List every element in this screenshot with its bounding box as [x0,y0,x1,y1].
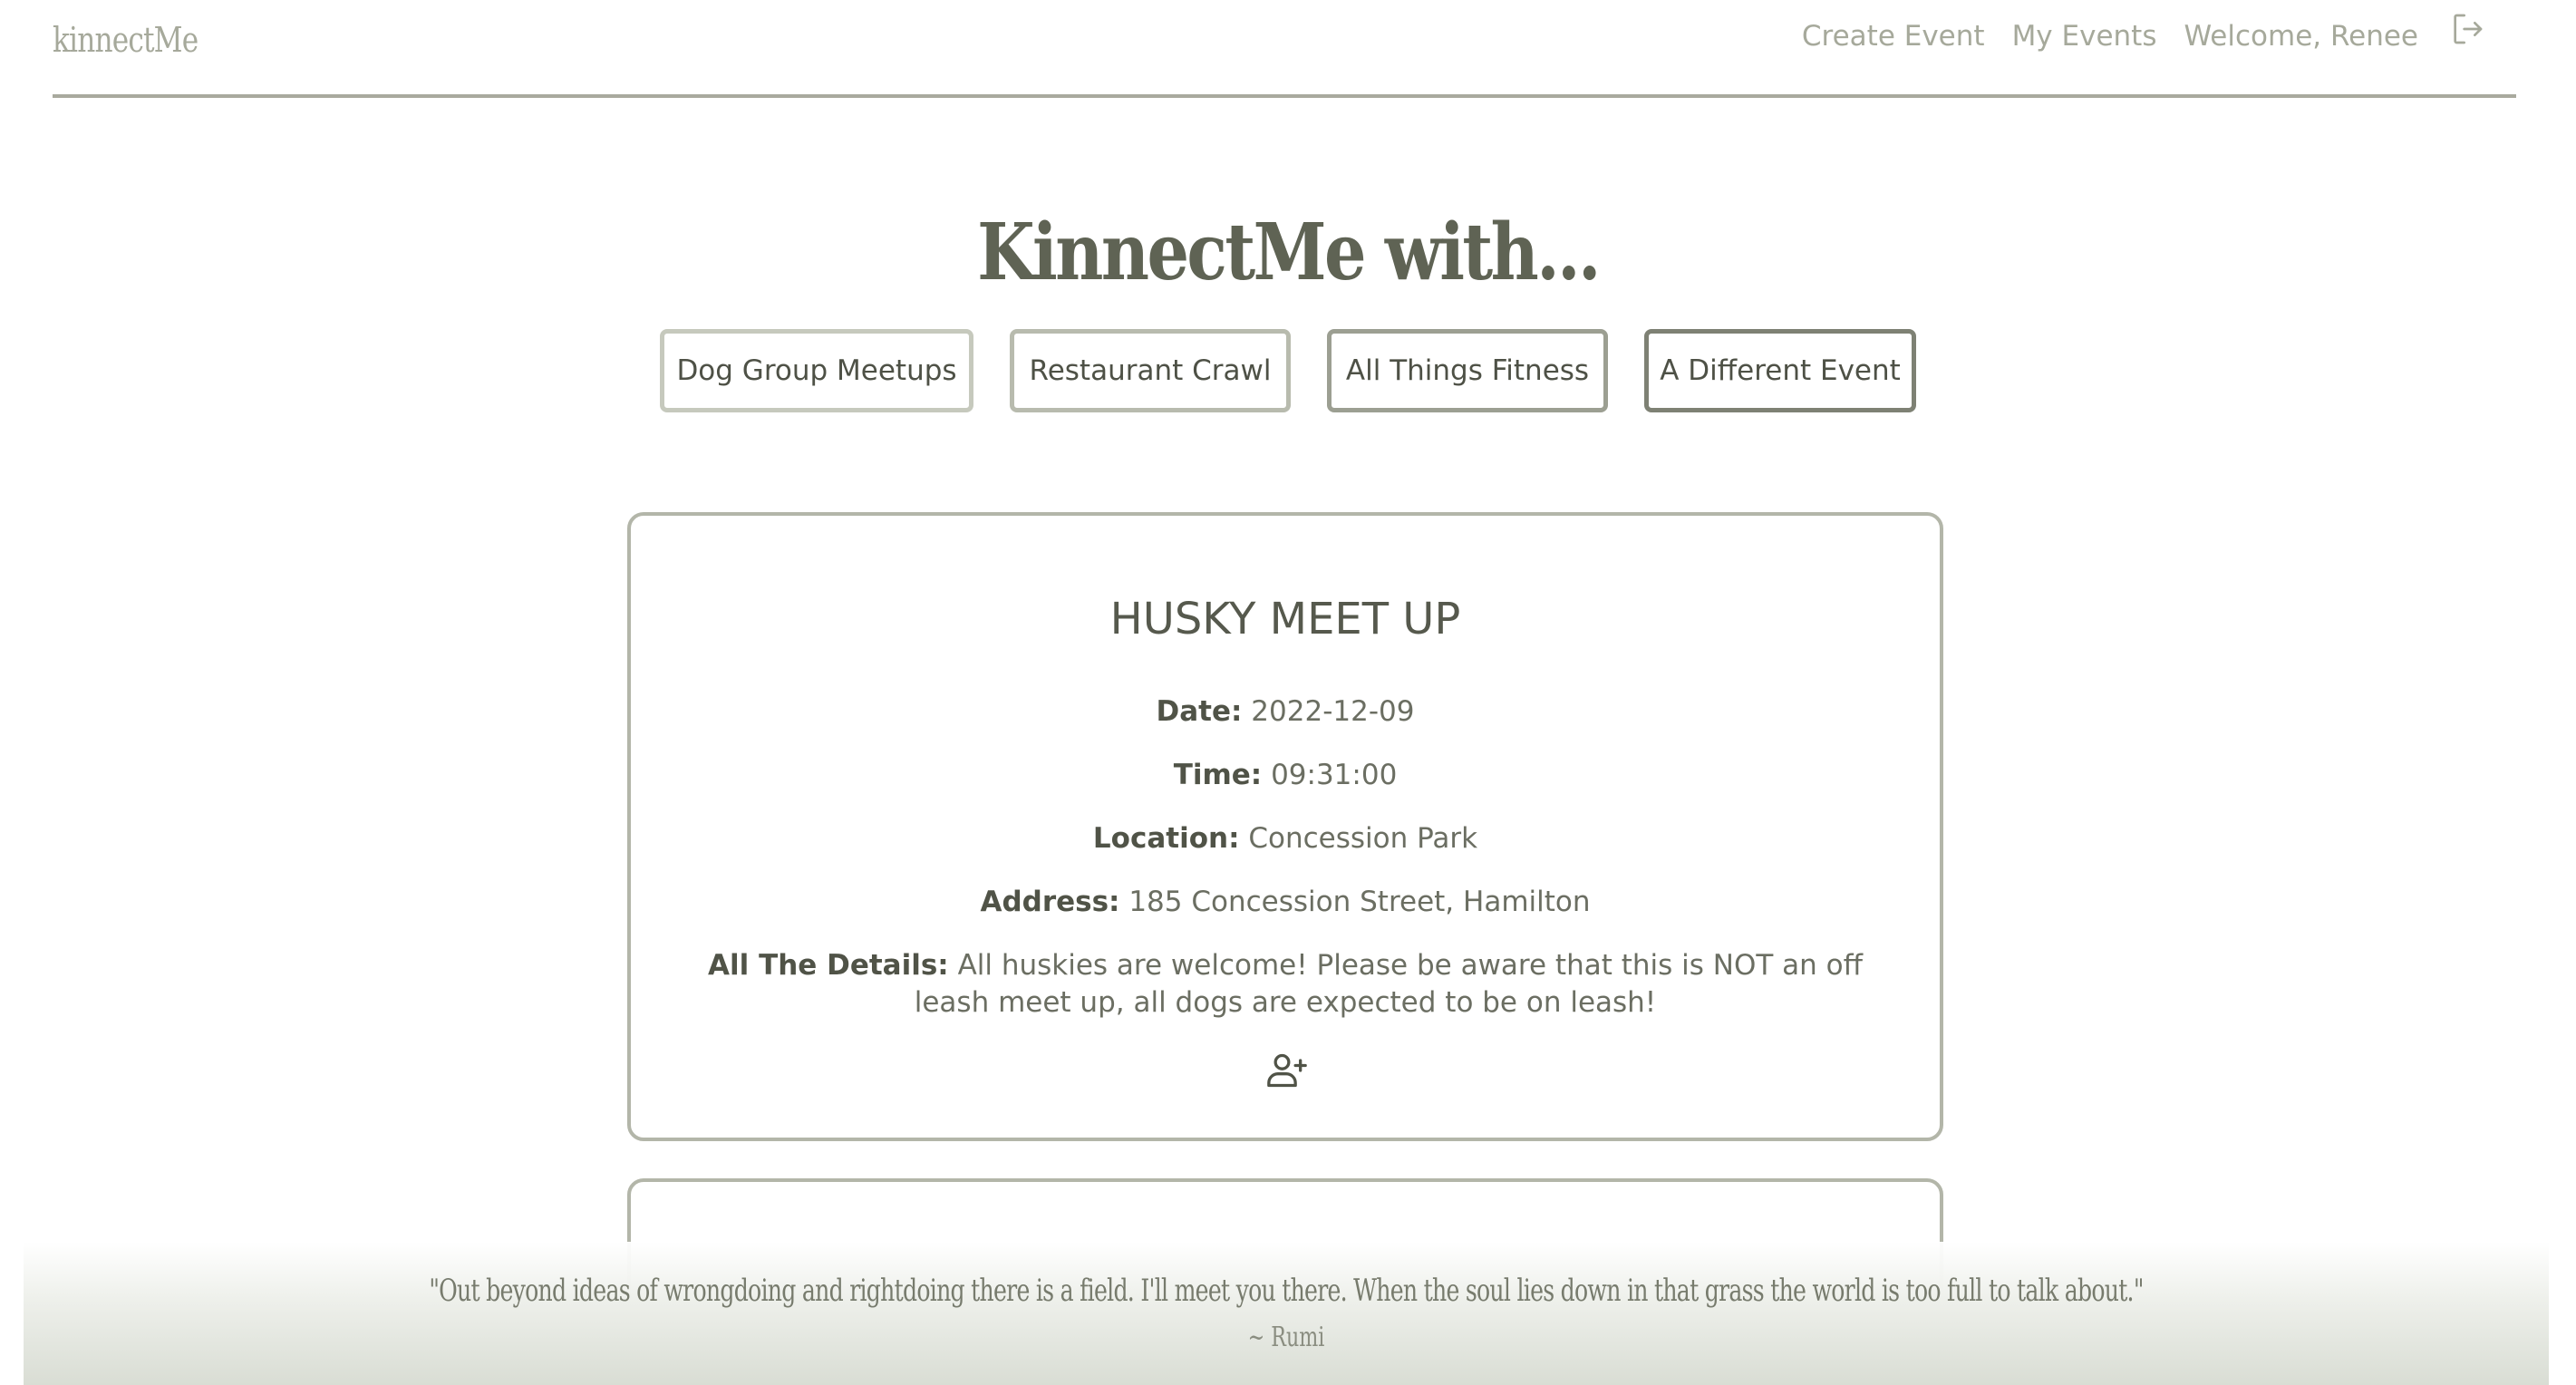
a-different-event-button[interactable]: A Different Event [1644,329,1916,412]
event-time-label: Time: [1173,759,1263,791]
event-date-value: 2022-12-09 [1251,695,1415,728]
event-title: HUSKY MEET UP [1109,594,1461,644]
event-location-label: Location: [1092,822,1240,855]
page-title: KinnectMe with... [977,206,1601,298]
event-time: Time: 09:31:00 [682,757,1889,794]
event-date: Date: 2022-12-09 [682,693,1889,731]
footer-quote-author: ~ Rumi [1247,1322,1325,1353]
event-card: HUSKY MEET UP Date: 2022-12-09 Time: 09:… [627,512,1943,1141]
restaurant-crawl-button[interactable]: Restaurant Crawl [1010,329,1291,412]
event-date-label: Date: [1156,695,1243,728]
welcome-text: Welcome, Renee [2184,20,2418,53]
brand-logo[interactable]: kinnectMe [53,20,199,60]
all-things-fitness-button[interactable]: All Things Fitness [1327,329,1608,412]
event-time-value: 09:31:00 [1271,759,1398,791]
my-events-link[interactable]: My Events [2012,20,2157,53]
event-location-value: Concession Park [1248,822,1478,855]
event-details: All The Details: All huskies are welcome… [682,947,1889,1022]
footer: "Out beyond ideas of wrongdoing and righ… [24,1242,2549,1385]
event-details-value: All huskies are welcome! Please be aware… [914,949,1863,1019]
page: kinnectMe Create Event My Events Welcome… [0,0,2576,1385]
event-address-value: 185 Concession Street, Hamilton [1128,886,1591,918]
navbar: kinnectMe Create Event My Events Welcome… [53,0,2516,98]
dog-group-meetups-button[interactable]: Dog Group Meetups [660,329,973,412]
nav-links: Create Event My Events Welcome, Renee [1775,14,2516,58]
footer-quote: "Out beyond ideas of wrongdoing and righ… [429,1273,2144,1309]
event-location: Location: Concession Park [682,820,1889,857]
event-address-label: Address: [980,886,1120,918]
event-details-label: All The Details: [708,949,949,982]
event-address: Address: 185 Concession Street, Hamilton [682,884,1889,921]
add-user-icon[interactable] [1265,1051,1309,1090]
create-event-link[interactable]: Create Event [1802,20,1985,53]
category-buttons: Dog Group Meetups Restaurant Crawl All T… [0,329,2576,412]
logout-icon[interactable] [2449,11,2485,47]
